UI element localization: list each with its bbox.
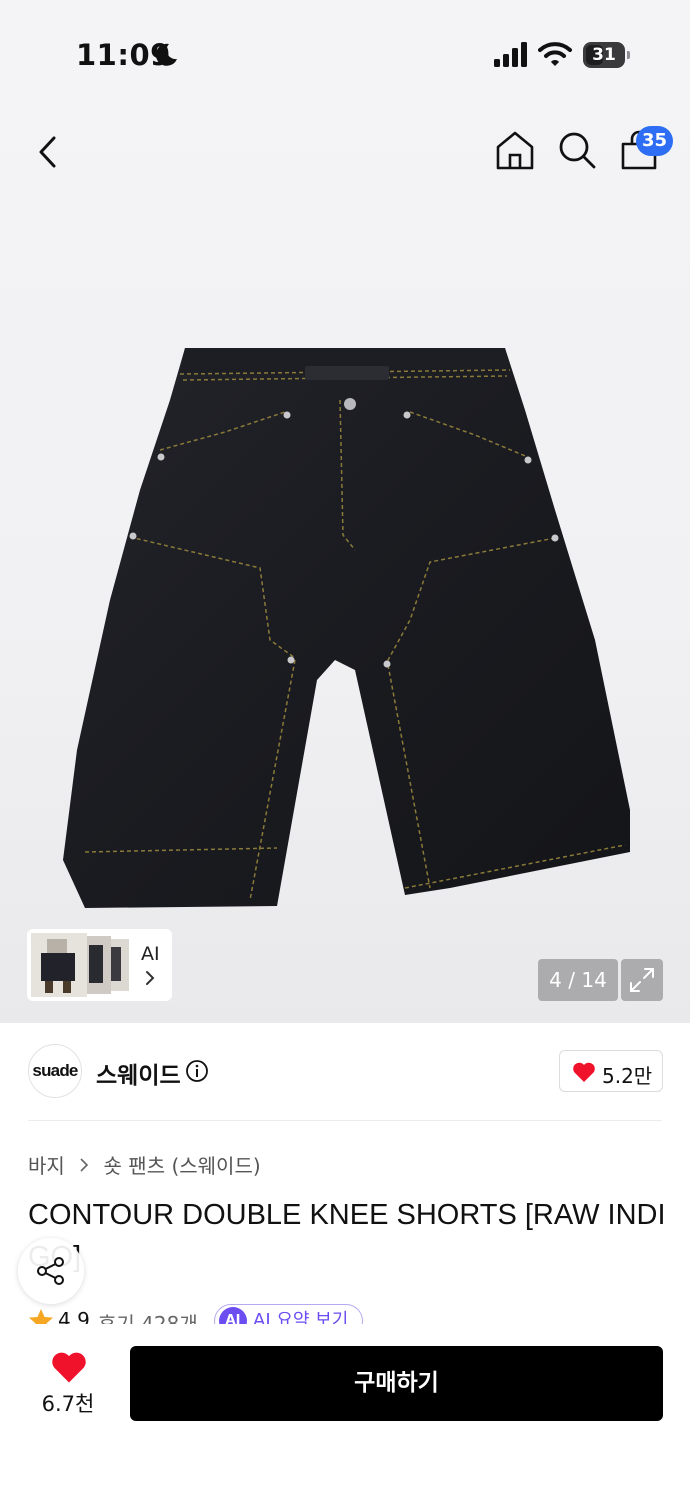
brand-logo[interactable]: suade (28, 1044, 82, 1098)
moon-icon (155, 43, 177, 66)
product-title: CONTOUR DOUBLE KNEE SHORTS [RAW INDIGO] (28, 1199, 666, 1273)
battery-indicator: 31 (583, 42, 631, 68)
chevron-right-icon (80, 1157, 89, 1172)
product-like-count: 6.7천 (41, 1392, 95, 1416)
search-icon[interactable] (555, 128, 599, 172)
buy-button[interactable]: 구매하기 (130, 1346, 663, 1421)
heart-icon (573, 1062, 595, 1082)
back-icon[interactable] (28, 130, 72, 174)
share-icon (37, 1257, 64, 1285)
cart-count-badge: 35 (636, 126, 674, 156)
bottom-action-bar: 6.7천 구매하기 (0, 1324, 690, 1500)
brand-like-button[interactable]: 5.2만 (559, 1050, 663, 1092)
breadcrumb: 바지 숏 팬츠 (스웨이드) (28, 1150, 261, 1179)
wifi-icon (538, 42, 572, 66)
styling-thumbnail-image (31, 933, 129, 997)
divider (28, 1120, 662, 1121)
brand-like-count: 5.2만 (602, 1064, 653, 1088)
ai-label: AI (141, 943, 160, 965)
home-icon[interactable] (493, 128, 537, 172)
image-page-counter: 4 / 14 (538, 959, 618, 1001)
info-icon[interactable] (185, 1059, 209, 1083)
ai-styling-thumbnail[interactable]: AI (27, 929, 172, 1001)
product-hero: 11:09 31 35 AI 4 / 14 (0, 0, 690, 1023)
status-bar: 11:09 31 (0, 0, 690, 110)
chevron-right-icon (146, 971, 155, 985)
expand-image-button[interactable] (621, 959, 663, 1001)
expand-icon (630, 968, 654, 992)
breadcrumb-subcategory[interactable]: 숏 팬츠 (스웨이드) (104, 1154, 261, 1178)
battery-level-text: 31 (592, 45, 616, 65)
breadcrumb-category[interactable]: 바지 (28, 1154, 65, 1178)
brand-name[interactable]: 스웨이드 (96, 1056, 181, 1090)
signal-icon (494, 42, 527, 67)
product-image[interactable] (55, 340, 645, 920)
heart-icon[interactable] (50, 1350, 88, 1384)
share-button[interactable] (18, 1238, 84, 1304)
